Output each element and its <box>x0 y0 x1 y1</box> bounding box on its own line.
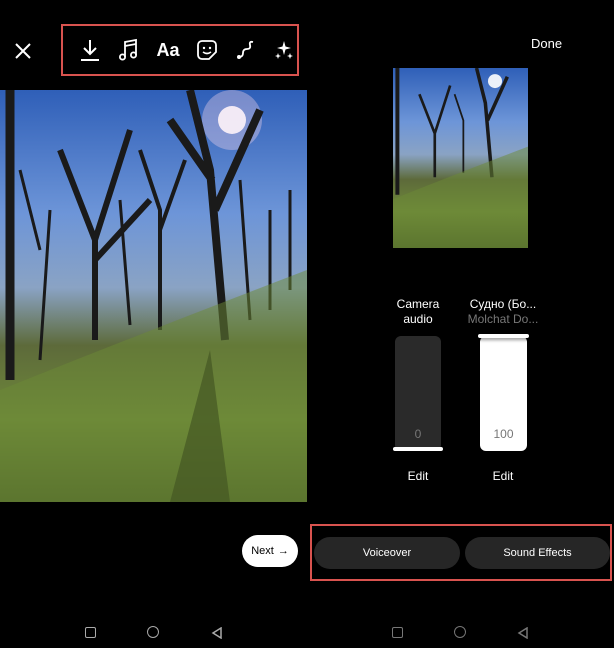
sound-effects-button[interactable]: Sound Effects <box>465 537 610 569</box>
camera-audio-volume-slider[interactable]: 0 <box>395 336 441 451</box>
music-track-title: Судно (Бо... Molchat Do... <box>463 297 543 327</box>
back-triangle-icon <box>211 626 222 640</box>
voiceover-button[interactable]: Voiceover <box>314 537 460 569</box>
back-button-right[interactable] <box>517 626 529 640</box>
music-volume-slider[interactable]: 100 <box>480 336 527 451</box>
next-button[interactable]: Next → <box>242 535 298 567</box>
home-button-right[interactable] <box>454 626 466 638</box>
arrow-right-icon: → <box>277 545 289 557</box>
next-label: Next <box>251 545 274 557</box>
effects-sparkle-icon <box>275 41 293 59</box>
music-button[interactable] <box>116 38 140 62</box>
camera-audio-slider-handle[interactable] <box>393 447 443 451</box>
draw-button[interactable] <box>234 38 258 62</box>
track-title-line2: audio <box>403 312 433 326</box>
volume-value: 100 <box>493 427 514 441</box>
photo-preview <box>0 90 307 502</box>
draw-icon <box>237 40 254 59</box>
text-icon: Aa <box>156 39 180 60</box>
back-button[interactable] <box>211 626 223 640</box>
video-thumbnail <box>393 68 528 248</box>
home-button[interactable] <box>147 626 159 638</box>
camera-audio-title: Camera audio <box>383 297 453 327</box>
camera-audio-edit-button[interactable]: Edit <box>398 469 438 484</box>
done-button[interactable]: Done <box>531 36 562 51</box>
sticker-icon <box>197 40 217 60</box>
download-icon <box>81 40 99 61</box>
track-title: Camera <box>396 297 440 311</box>
recents-button-right[interactable] <box>392 627 403 638</box>
download-button[interactable] <box>78 38 102 62</box>
text-button[interactable]: Aa <box>155 38 181 62</box>
close-button[interactable] <box>12 40 34 62</box>
music-edit-button[interactable]: Edit <box>483 469 523 484</box>
sticker-button[interactable] <box>195 38 219 62</box>
close-icon <box>15 43 31 59</box>
back-triangle-icon <box>517 626 528 640</box>
music-slider-handle[interactable] <box>478 334 529 338</box>
music-icon <box>119 38 137 61</box>
recents-button[interactable] <box>85 627 96 638</box>
track-title: Судно (Бо... <box>469 297 537 311</box>
volume-value: 0 <box>414 427 422 441</box>
track-artist: Molchat Do... <box>467 312 539 326</box>
effects-button[interactable] <box>272 38 296 62</box>
